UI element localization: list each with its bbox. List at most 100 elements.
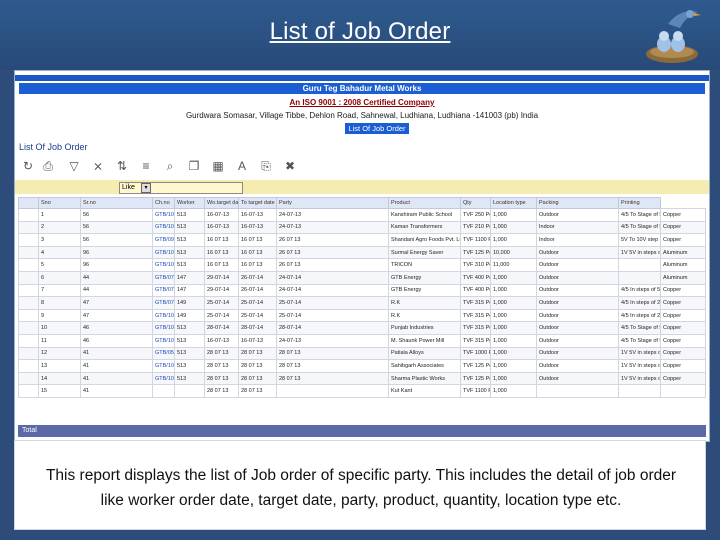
table-row[interactable]: 1146GTB/10/13/44351316-07-1316-07-1324-0…	[18, 333, 706, 348]
table-cell: 9	[38, 308, 81, 323]
table-cell: 1	[38, 208, 81, 222]
table-cell: 56	[80, 220, 153, 235]
row-selector[interactable]	[18, 283, 39, 298]
table-row[interactable]: 1341GTB/10/13/44351328 07 1328 07 1328 0…	[18, 359, 706, 373]
table-cell[interactable]: GTB/07/2016/341	[152, 283, 175, 298]
export-icon[interactable]: ❐	[185, 157, 203, 175]
column-header[interactable]: Ch.no	[152, 197, 175, 209]
table-cell: 16 07 13	[238, 233, 277, 247]
row-selector[interactable]	[18, 371, 39, 386]
table-row[interactable]: 1241GTB/05/2016/31151328 07 1328 07 1328…	[18, 346, 706, 361]
table-cell: 25-07-14	[238, 308, 277, 323]
table-cell[interactable]: GTB/10/2016/352	[152, 321, 175, 335]
table-cell: Surmal Energy Saver	[388, 245, 461, 260]
table-header: SnoSr.noCh.noWorkerWo.target dateTo targ…	[18, 197, 706, 209]
table-cell	[276, 384, 389, 398]
table-cell: 1V 5V in steps of 2.5R	[618, 346, 661, 361]
table-cell[interactable]: GTB/05/2016/311	[152, 346, 175, 361]
row-selector[interactable]	[18, 208, 39, 222]
column-header[interactable]: Wo.target date	[204, 197, 239, 209]
table-cell: 147	[174, 283, 205, 298]
table-cell: 513	[174, 321, 205, 335]
table-row[interactable]: 1541 28 07 1328 07 13 Kut KantTVF 1100 Pcs…	[18, 384, 706, 398]
table-cell: Outdoor	[536, 208, 619, 222]
table-cell: 41	[80, 359, 153, 373]
table-row[interactable]: 1046GTB/10/2016/35251328-07-1428-07-1428…	[18, 321, 706, 335]
cancel-icon[interactable]: ✖	[281, 157, 299, 175]
row-selector[interactable]	[18, 233, 39, 247]
table-cell: 56	[80, 208, 153, 222]
row-selector[interactable]	[18, 359, 39, 373]
report-title-button[interactable]: List Of Job Order	[345, 123, 409, 134]
table-cell: M. Shaunk Power Mill	[388, 333, 461, 348]
table-cell[interactable]: GTB/07/2016/349	[152, 296, 175, 310]
table-row[interactable]: 256GTB/10/13/42351316-07-1316-07-1324-07…	[18, 220, 706, 235]
row-selector[interactable]	[18, 258, 39, 272]
table-cell: TVF 315 Pcs	[460, 321, 491, 335]
table-cell[interactable]	[152, 384, 175, 398]
sort-icon[interactable]: ⇅	[113, 157, 131, 175]
table-row[interactable]: 1441GTB/10/13/44351328 07 1328 07 1328 0…	[18, 371, 706, 386]
table-cell: TVF 1100 Pcs	[460, 233, 491, 247]
row-selector[interactable]	[18, 296, 39, 310]
table-cell: 11	[38, 333, 81, 348]
group-icon[interactable]: ≡	[137, 157, 155, 175]
refresh-icon[interactable]: ↻	[19, 157, 37, 175]
table-row[interactable]: 596GTB/10/13/36551316 07 1316 07 1326 07…	[18, 258, 706, 272]
row-selector[interactable]	[18, 384, 39, 398]
row-selector[interactable]	[18, 333, 39, 348]
table-row[interactable]: 156GTB/10/13/42351316-07-1316-07-1324-07…	[18, 208, 706, 222]
table-cell: 16-07-13	[238, 208, 277, 222]
column-header[interactable]: Sr.no	[80, 197, 153, 209]
column-header[interactable]: Printing	[618, 197, 661, 209]
table-cell[interactable]: GTB/10/13/443	[152, 371, 175, 386]
column-header[interactable]: Packing	[536, 197, 619, 209]
table-cell: 4/5 To Stage of 5.5R	[618, 208, 661, 222]
search-icon[interactable]: ⌕	[161, 157, 179, 175]
column-header[interactable]: Sno	[38, 197, 81, 209]
table-row[interactable]: 947GTB/10/2016/35114925-07-1425-07-1425-…	[18, 308, 706, 323]
row-selector[interactable]	[18, 245, 39, 260]
table-cell: TRICON	[388, 258, 461, 272]
table-cell: 29-07-14	[204, 283, 239, 298]
table-row[interactable]: 847GTB/07/2016/34914925-07-1425-07-1425-…	[18, 296, 706, 310]
row-selector[interactable]	[18, 308, 39, 323]
table-cell[interactable]: GTB/07/2016/347	[152, 270, 175, 285]
table-cell: 4/5 To Stage of 5.5R	[618, 220, 661, 235]
filter-input[interactable]: Like	[119, 182, 243, 194]
table-cell[interactable]: GTB/09/2016/347	[152, 233, 175, 247]
copy-icon[interactable]: ⎘	[257, 157, 275, 175]
table-row[interactable]: 356GTB/09/2016/34751316 07 1316 07 1326 …	[18, 233, 706, 247]
row-selector[interactable]	[18, 220, 39, 235]
table-cell[interactable]: GTB/10/13/423	[152, 208, 175, 222]
chart-icon[interactable]: ▦	[209, 157, 227, 175]
table-cell[interactable]: GTB/10/13/423	[152, 220, 175, 235]
column-header[interactable]: Qty	[460, 197, 491, 209]
table-cell[interactable]: GTB/10/13/365	[152, 258, 175, 272]
column-header[interactable]: Worker	[174, 197, 205, 209]
clear-filter-icon[interactable]: ⨯	[89, 157, 107, 175]
table-cell: Copper	[660, 296, 706, 310]
row-selector[interactable]	[18, 346, 39, 361]
text-icon[interactable]: A	[233, 157, 251, 175]
table-cell[interactable]: GTB/10/13/443	[152, 333, 175, 348]
print-icon[interactable]: ⎙	[39, 157, 57, 175]
column-header[interactable]: To target date	[238, 197, 277, 209]
table-row[interactable]: 496GTB/10/13/36551316 07 1316 07 1326 07…	[18, 245, 706, 260]
table-row[interactable]: 744GTB/07/2016/34114729-07-1426-07-1424-…	[18, 283, 706, 298]
table-cell: 16-07-13	[204, 208, 239, 222]
column-header[interactable]: Party	[276, 197, 389, 209]
table-cell: 24-07-14	[276, 270, 389, 285]
column-header[interactable]: Location type	[490, 197, 537, 209]
table-cell: 28-07-14	[204, 321, 239, 335]
table-cell: 1,000	[490, 270, 537, 285]
table-cell[interactable]: GTB/10/13/365	[152, 245, 175, 260]
column-header[interactable]: Product	[388, 197, 461, 209]
row-selector[interactable]	[18, 270, 39, 285]
table-row[interactable]: 644GTB/07/2016/34714729-07-1426-07-1424-…	[18, 270, 706, 285]
table-cell[interactable]: GTB/10/13/443	[152, 359, 175, 373]
filter-dropdown-icon[interactable]: ▾	[141, 183, 151, 193]
table-cell[interactable]: GTB/10/2016/351	[152, 308, 175, 323]
row-selector[interactable]	[18, 321, 39, 335]
filter-icon[interactable]: ▽	[65, 157, 83, 175]
